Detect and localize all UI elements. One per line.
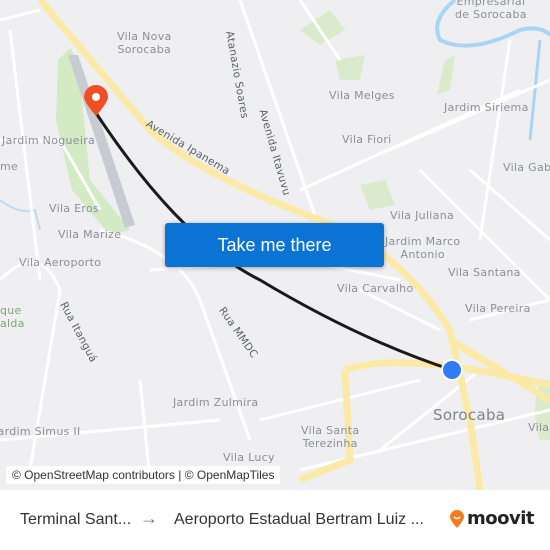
destination-name: Aeroporto Estadual Bertram Luiz ... bbox=[174, 511, 424, 528]
origin-name: Terminal Sant... bbox=[20, 511, 132, 528]
map-label-me: me bbox=[0, 160, 19, 173]
map-label-vila-juliana: Vila Juliana bbox=[390, 209, 455, 222]
map-label-vila-nova-sorocaba: Vila Nova Sorocaba bbox=[117, 30, 172, 56]
take-me-there-button[interactable]: Take me there bbox=[165, 223, 384, 267]
map-attribution[interactable]: © OpenStreetMap contributors | © OpenMap… bbox=[6, 466, 281, 484]
park-area bbox=[360, 180, 395, 210]
park-area bbox=[300, 10, 345, 45]
map-label-parque-esmeralda: que alda bbox=[0, 304, 25, 330]
map-label-vila-pereira: Vila Pereira bbox=[465, 302, 531, 315]
map-label-vila-santa-terezinha: Vila Santa Terezinha bbox=[301, 424, 360, 450]
map-label-jardim-simus-ii: Jardim Simus II bbox=[0, 425, 81, 438]
map-label-jardim-siriema: Jardim Siriema bbox=[444, 101, 529, 114]
origin-dot-icon[interactable] bbox=[443, 361, 461, 379]
map-label-vila-lucy: Vila Lucy bbox=[223, 451, 275, 464]
route-footer: Terminal Sant... → Aeroporto Estadual Be… bbox=[0, 490, 550, 550]
map[interactable]: Empresarial de Sorocaba Vila Nova Soroca… bbox=[0, 0, 550, 490]
map-label-jardim-marco-antonio: Jardim Marco Antonio bbox=[385, 235, 461, 261]
moovit-logo[interactable]: moovit bbox=[450, 508, 535, 529]
map-label-vila-santana: Vila Santana bbox=[448, 266, 521, 279]
map-label-vila-aeroporto: Vila Aeroporto bbox=[19, 256, 102, 269]
moovit-pin-icon bbox=[450, 509, 464, 528]
map-label-vila-carvalho: Vila Carvalho bbox=[337, 282, 414, 295]
park-area bbox=[437, 55, 455, 95]
map-label-vila-fiori: Vila Fiori bbox=[342, 133, 392, 146]
map-label-jardim-nogueira: Jardim Nogueira bbox=[2, 134, 96, 147]
map-label-vila-gab: Vila Gab bbox=[503, 161, 550, 174]
river bbox=[528, 39, 542, 141]
map-label-empresarial: Empresarial de Sorocaba bbox=[455, 0, 527, 21]
moovit-wordmark: moovit bbox=[467, 508, 535, 529]
map-label-jardim-zulmira: Jardim Zulmira bbox=[173, 396, 259, 409]
map-label-vila-melges: Vila Melges bbox=[329, 89, 395, 102]
map-label-vila-eros: Vila Eros bbox=[49, 202, 100, 215]
map-label-sorocaba: Sorocaba bbox=[433, 406, 506, 424]
map-label-vila-right: Vila bbox=[528, 421, 550, 434]
map-label-vila-marize: Vila Marize bbox=[58, 228, 122, 241]
arrow-right-icon: → bbox=[140, 508, 158, 528]
